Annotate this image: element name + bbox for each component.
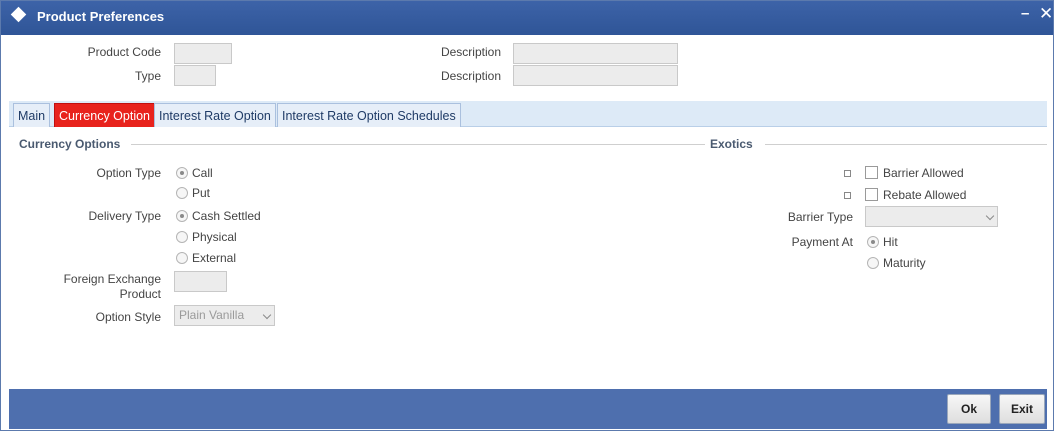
delivery-cash-settled-radio[interactable]: [176, 210, 188, 222]
rebate-allowed-marker-icon: [844, 192, 851, 199]
currency-options-divider: [131, 144, 705, 145]
option-style-select[interactable]: Plain Vanilla: [174, 305, 275, 326]
rebate-allowed-checkbox[interactable]: [865, 188, 878, 201]
tab-strip: Main Currency Option Interest Rate Optio…: [9, 101, 1047, 127]
rebate-allowed-label: Rebate Allowed: [883, 188, 967, 202]
tab-main[interactable]: Main: [13, 103, 51, 127]
delivery-external-label: External: [192, 251, 237, 265]
barrier-type-select[interactable]: [865, 206, 998, 227]
type-input[interactable]: [174, 65, 216, 86]
delivery-physical-radio[interactable]: [176, 231, 188, 243]
fx-product-input[interactable]: [174, 271, 227, 292]
tab-currency-option[interactable]: Currency Option: [54, 103, 156, 127]
payment-at-label: Payment At: [791, 235, 853, 249]
delivery-external-radio[interactable]: [176, 252, 188, 264]
footer-bar: [9, 389, 1047, 429]
title-bar: Product Preferences – ✕: [1, 1, 1053, 35]
option-type-call-radio[interactable]: [176, 167, 188, 179]
tab-interest-rate-option[interactable]: Interest Rate Option: [154, 103, 276, 127]
tab-interest-rate-option-schedules[interactable]: Interest Rate Option Schedules: [277, 103, 461, 127]
option-type-call-label: Call: [192, 166, 213, 180]
diamond-icon: [10, 6, 27, 23]
product-code-input[interactable]: [174, 43, 232, 64]
option-type-put-label: Put: [192, 186, 211, 200]
chevron-down-icon: [985, 211, 995, 221]
delivery-cash-settled-label: Cash Settled: [192, 209, 261, 223]
barrier-allowed-label: Barrier Allowed: [883, 166, 964, 180]
currency-options-legend: Currency Options: [19, 137, 127, 151]
delivery-type-label: Delivery Type: [88, 209, 161, 223]
description-input-1[interactable]: [513, 43, 678, 64]
description-label-1: Description: [440, 45, 501, 59]
option-style-value: Plain Vanilla: [179, 308, 245, 322]
barrier-type-label: Barrier Type: [787, 210, 853, 224]
description-label-2: Description: [440, 69, 501, 83]
exotics-divider: [765, 144, 1047, 145]
type-label: Type: [134, 69, 161, 83]
delivery-physical-label: Physical: [192, 230, 237, 244]
product-code-label: Product Code: [87, 45, 161, 59]
chevron-down-icon: [262, 310, 272, 320]
close-icon[interactable]: ✕: [1039, 4, 1053, 24]
exit-button[interactable]: Exit: [999, 394, 1045, 424]
barrier-allowed-marker-icon: [844, 170, 851, 177]
fx-product-label-line2: Product: [119, 287, 161, 301]
option-type-label: Option Type: [96, 166, 162, 180]
payment-at-maturity-radio[interactable]: [867, 257, 879, 269]
minimize-icon[interactable]: –: [1021, 5, 1029, 22]
payment-at-maturity-label: Maturity: [883, 256, 926, 270]
exotics-legend: Exotics: [710, 137, 759, 151]
description-input-2[interactable]: [513, 65, 678, 86]
barrier-allowed-checkbox[interactable]: [865, 166, 878, 179]
product-preferences-window: Product Preferences – ✕ Product Code Typ…: [0, 0, 1054, 431]
ok-button[interactable]: Ok: [947, 394, 991, 424]
payment-at-hit-label: Hit: [883, 235, 898, 249]
window-title: Product Preferences: [37, 9, 165, 24]
fx-product-label-line1: Foreign Exchange: [63, 272, 161, 286]
option-style-label: Option Style: [95, 310, 161, 324]
option-type-put-radio[interactable]: [176, 187, 188, 199]
payment-at-hit-radio[interactable]: [867, 236, 879, 248]
